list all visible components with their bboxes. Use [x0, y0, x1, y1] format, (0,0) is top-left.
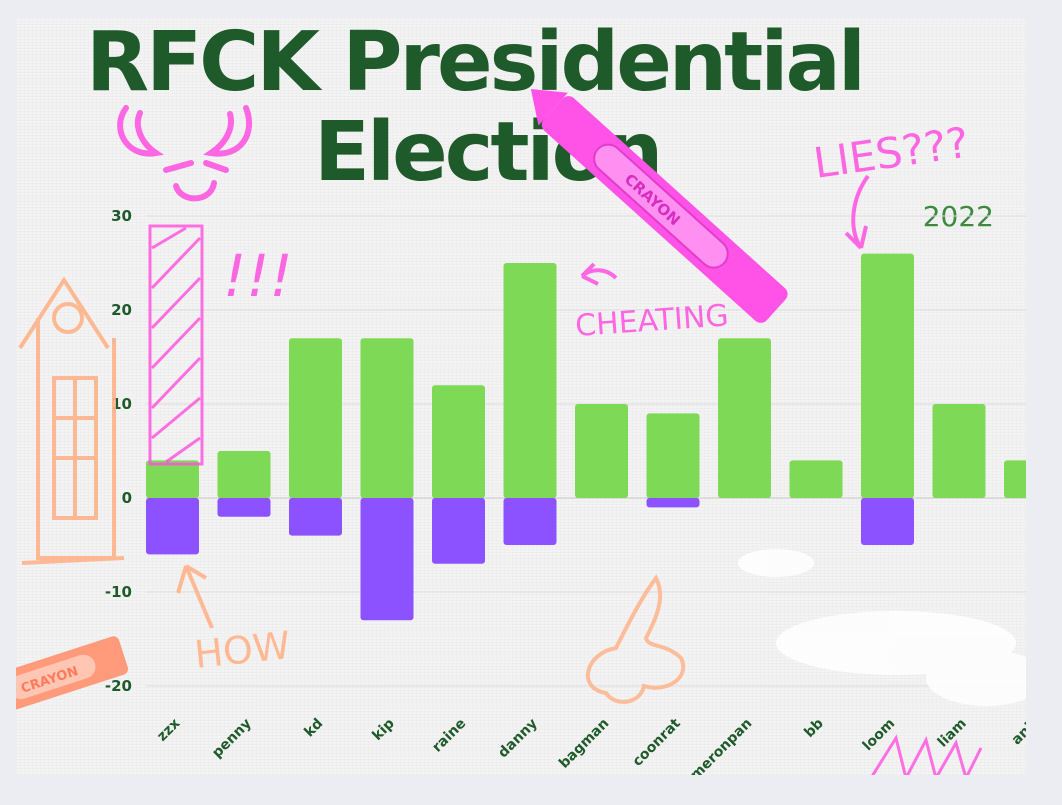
- cheating-doodle: CHEATING: [574, 298, 730, 344]
- cheating-arrow-doodle: [580, 262, 618, 286]
- devil-horns-doodle: [117, 105, 253, 202]
- lies-doodle: LIES???: [811, 118, 972, 188]
- orange-blob-doodle: [585, 574, 686, 704]
- pink-scribble-bottom: [871, 734, 983, 775]
- how-arrow-doodle: [176, 564, 214, 629]
- lies-arrow-doodle: [844, 174, 870, 250]
- pink-scribble-box: [148, 224, 204, 466]
- pink-crayon: CRAYON: [530, 89, 788, 323]
- orange-crayon: CRAYON: [16, 636, 129, 715]
- white-smudge: [738, 549, 1026, 706]
- doodle-overlay: !!! HOW CRAYON CRAYON LIES??? CHEATING: [16, 89, 1026, 775]
- chart-canvas: RFCK Presidential Election 2022 30 20 10 0-…: [16, 18, 1026, 775]
- exclaim-doodle: !!!: [223, 242, 293, 310]
- house-doodle: [18, 276, 125, 565]
- how-doodle: HOW: [192, 623, 292, 677]
